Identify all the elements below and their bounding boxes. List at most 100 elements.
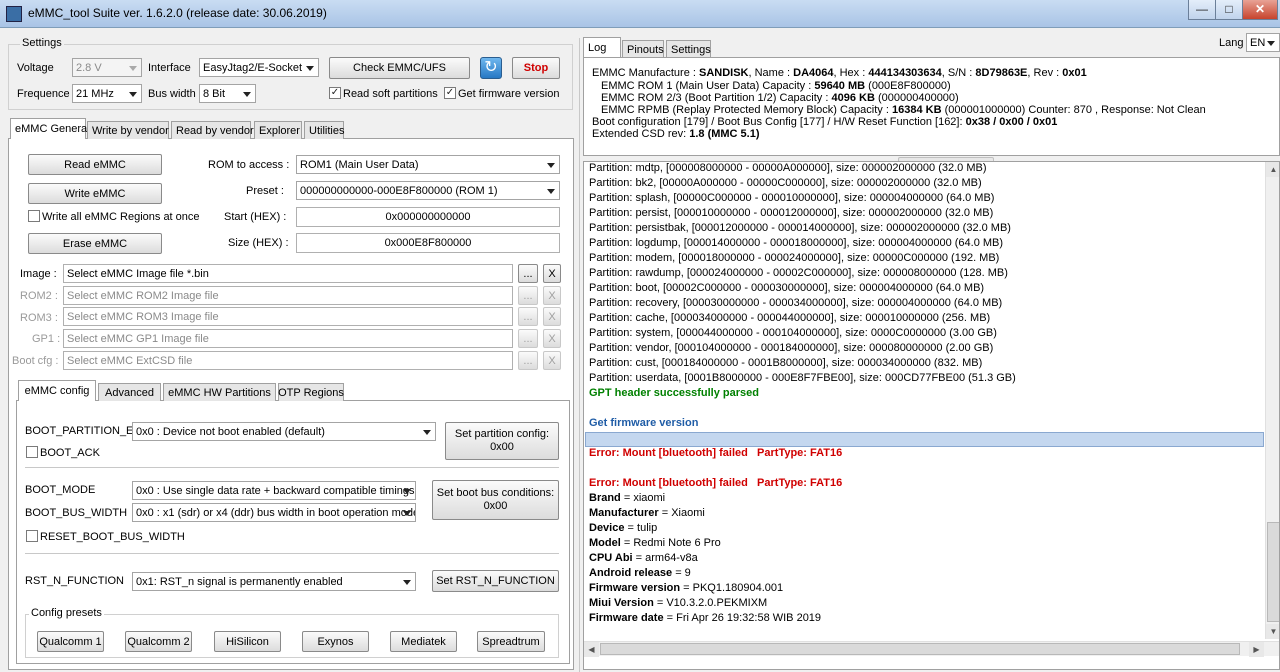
scroll-left-icon[interactable]: ◀	[584, 642, 599, 657]
tab-otp-regions[interactable]: OTP Regions	[278, 383, 344, 401]
rom2-clear-button[interactable]: X	[543, 286, 561, 305]
maximize-icon[interactable]: □	[1215, 0, 1243, 20]
log-vertical-scrollbar[interactable]: ▲ ▼	[1265, 162, 1279, 639]
start-hex-input[interactable]: 0x000000000000	[296, 207, 560, 227]
stop-button[interactable]: Stop	[512, 57, 560, 79]
image-browse-button[interactable]: ...	[518, 264, 538, 283]
write-emmc-button[interactable]: Write eMMC	[28, 183, 162, 204]
gp1-file-input[interactable]: Select eMMC GP1 Image file	[63, 329, 513, 348]
prop-line: Device = tulip	[589, 522, 658, 534]
log-line: Partition: mdtp, [000008000000 - 00000A0…	[589, 162, 987, 174]
tab-advanced[interactable]: Advanced	[98, 383, 161, 401]
set-boot-bus-button[interactable]: Set boot bus conditions: 0x00	[432, 480, 559, 520]
reset-boot-bus-checkbox[interactable]	[26, 530, 38, 542]
reset-boot-bus-label: RESET_BOOT_BUS_WIDTH	[40, 531, 185, 543]
prop-line: Brand = xiaomi	[589, 492, 666, 504]
prop-line: Firmware date = Fri Apr 26 19:32:58 WIB …	[589, 612, 822, 624]
write-all-checkbox[interactable]	[28, 210, 40, 222]
scroll-h-thumb[interactable]	[600, 643, 1240, 655]
log-panel: Partition: mdtp, [000008000000 - 00000A0…	[583, 161, 1280, 670]
tab-read-by-vendor[interactable]: Read by vendor	[171, 121, 254, 139]
preset-mediatek-button[interactable]: Mediatek	[390, 631, 457, 652]
voltage-select[interactable]: 2.8 V	[72, 58, 142, 77]
preset-qualcomm2-button[interactable]: Qualcomm 2	[125, 631, 192, 652]
preset-spreadtrum-button[interactable]: Spreadtrum	[477, 631, 545, 652]
boot-partition-select[interactable]: 0x0 : Device not boot enabled (default)	[132, 422, 436, 441]
check-emmc-button[interactable]: Check EMMC/UFS	[329, 57, 470, 79]
frequence-label: Frequence	[17, 88, 70, 100]
lang-label: Lang	[1219, 37, 1244, 49]
bus-width-select[interactable]: 8 Bit	[199, 84, 256, 103]
rst-n-function-label: RST_N_FUNCTION	[25, 575, 125, 587]
erase-emmc-button[interactable]: Erase eMMC	[28, 233, 162, 254]
log-line: Partition: system, [000044000000 - 00010…	[589, 327, 997, 339]
read-soft-checkbox[interactable]: ✓	[329, 87, 341, 99]
rom2-file-input[interactable]: Select eMMC ROM2 Image file	[63, 286, 513, 305]
rst-n-function-select[interactable]: 0x1: RST_n signal is permanently enabled	[132, 572, 416, 591]
tab-utilities[interactable]: Utilities	[304, 121, 344, 139]
log-content-bottom: Error: Mount [bluetooth] failed PartType…	[589, 446, 1259, 626]
rom-access-select[interactable]: ROM1 (Main User Data)	[296, 155, 560, 174]
tab-emmc-config[interactable]: eMMC config	[18, 380, 96, 401]
tab-emmc-hw-partitions[interactable]: eMMC HW Partitions	[163, 383, 276, 401]
set-rst-n-function-button[interactable]: Set RST_N_FUNCTION	[432, 570, 559, 592]
tab-log-settings[interactable]: Settings	[666, 40, 711, 58]
minimize-icon[interactable]: —	[1188, 0, 1216, 20]
get-fw-checkbox[interactable]: ✓	[444, 87, 456, 99]
gp1-browse-button[interactable]: ...	[518, 329, 538, 348]
set-partition-config-button[interactable]: Set partition config: 0x00	[445, 422, 559, 460]
preset-hisilicon-button[interactable]: HiSilicon	[214, 631, 281, 652]
tab-log[interactable]: Log	[583, 37, 621, 58]
info-line-1: EMMC Manufacture : SANDISK, Name : DA406…	[592, 67, 1087, 79]
chevron-down-icon	[129, 65, 137, 71]
prop-line: CPU Abi = arm64-v8a	[589, 552, 698, 564]
log-line: Partition: vendor, [000104000000 - 00018…	[589, 342, 994, 354]
tab-explorer[interactable]: Explorer	[254, 121, 302, 139]
interface-select[interactable]: EasyJtag2/E-Socket	[199, 58, 319, 77]
close-icon[interactable]: ✕	[1242, 0, 1278, 20]
log-horizontal-scrollbar[interactable]: ◀ ▶	[584, 641, 1279, 657]
preset-exynos-button[interactable]: Exynos	[302, 631, 369, 652]
gp1-clear-button[interactable]: X	[543, 329, 561, 348]
log-line: Partition: modem, [000018000000 - 000024…	[589, 252, 1000, 264]
boot-mode-select[interactable]: 0x0 : Use single data rate + backward co…	[132, 481, 416, 500]
boot-ack-label: BOOT_ACK	[40, 447, 100, 459]
image-file-input[interactable]: Select eMMC Image file *.bin	[63, 264, 513, 283]
rom3-clear-button[interactable]: X	[543, 307, 561, 326]
boot-ack-checkbox[interactable]	[26, 446, 38, 458]
rom2-browse-button[interactable]: ...	[518, 286, 538, 305]
scroll-right-icon[interactable]: ▶	[1249, 642, 1264, 657]
rom3-file-input[interactable]: Select eMMC ROM3 Image file	[63, 307, 513, 326]
tab-write-by-vendor[interactable]: Write by vendor	[87, 121, 169, 139]
window-title: eMMC_tool Suite ver. 1.6.2.0 (release da…	[28, 6, 327, 20]
tab-emmc-general[interactable]: eMMC General	[10, 118, 90, 139]
boot-cfg-clear-button[interactable]: X	[543, 351, 561, 370]
rom3-browse-button[interactable]: ...	[518, 307, 538, 326]
chevron-down-icon	[243, 91, 251, 97]
boot-cfg-file-input[interactable]: Select eMMC ExtCSD file	[63, 351, 513, 370]
frequence-select[interactable]: 21 MHz	[72, 84, 142, 103]
log-line: Partition: cust, [000184000000 - 0001B80…	[589, 357, 983, 369]
refresh-icon[interactable]: ↻	[480, 57, 502, 79]
scroll-up-icon[interactable]: ▲	[1266, 162, 1279, 177]
preset-qualcomm1-button[interactable]: Qualcomm 1	[37, 631, 104, 652]
boot-cfg-label: Boot cfg :	[12, 355, 59, 367]
boot-bus-width-label: BOOT_BUS_WIDTH	[25, 507, 128, 519]
interface-label: Interface	[148, 62, 191, 74]
boot-cfg-browse-button[interactable]: ...	[518, 351, 538, 370]
config-presets-label: Config presets	[29, 607, 104, 619]
scroll-down-icon[interactable]: ▼	[1266, 624, 1279, 639]
start-hex-label: Start (HEX) :	[224, 211, 287, 223]
divider	[25, 553, 559, 554]
tab-pinouts[interactable]: Pinouts	[622, 40, 664, 58]
read-emmc-button[interactable]: Read eMMC	[28, 154, 162, 175]
size-hex-input[interactable]: 0x000E8F800000	[296, 233, 560, 253]
preset-label: Preset :	[246, 185, 284, 197]
image-clear-button[interactable]: X	[543, 264, 561, 283]
boot-bus-width-select[interactable]: 0x0 : x1 (sdr) or x4 (ddr) bus width in …	[132, 503, 416, 522]
scroll-thumb[interactable]	[1267, 522, 1279, 622]
pane-splitter[interactable]	[579, 38, 580, 672]
chevron-down-icon	[403, 579, 411, 585]
lang-select[interactable]: EN	[1246, 33, 1280, 52]
preset-select[interactable]: 000000000000-000E8F800000 (ROM 1)	[296, 181, 560, 200]
